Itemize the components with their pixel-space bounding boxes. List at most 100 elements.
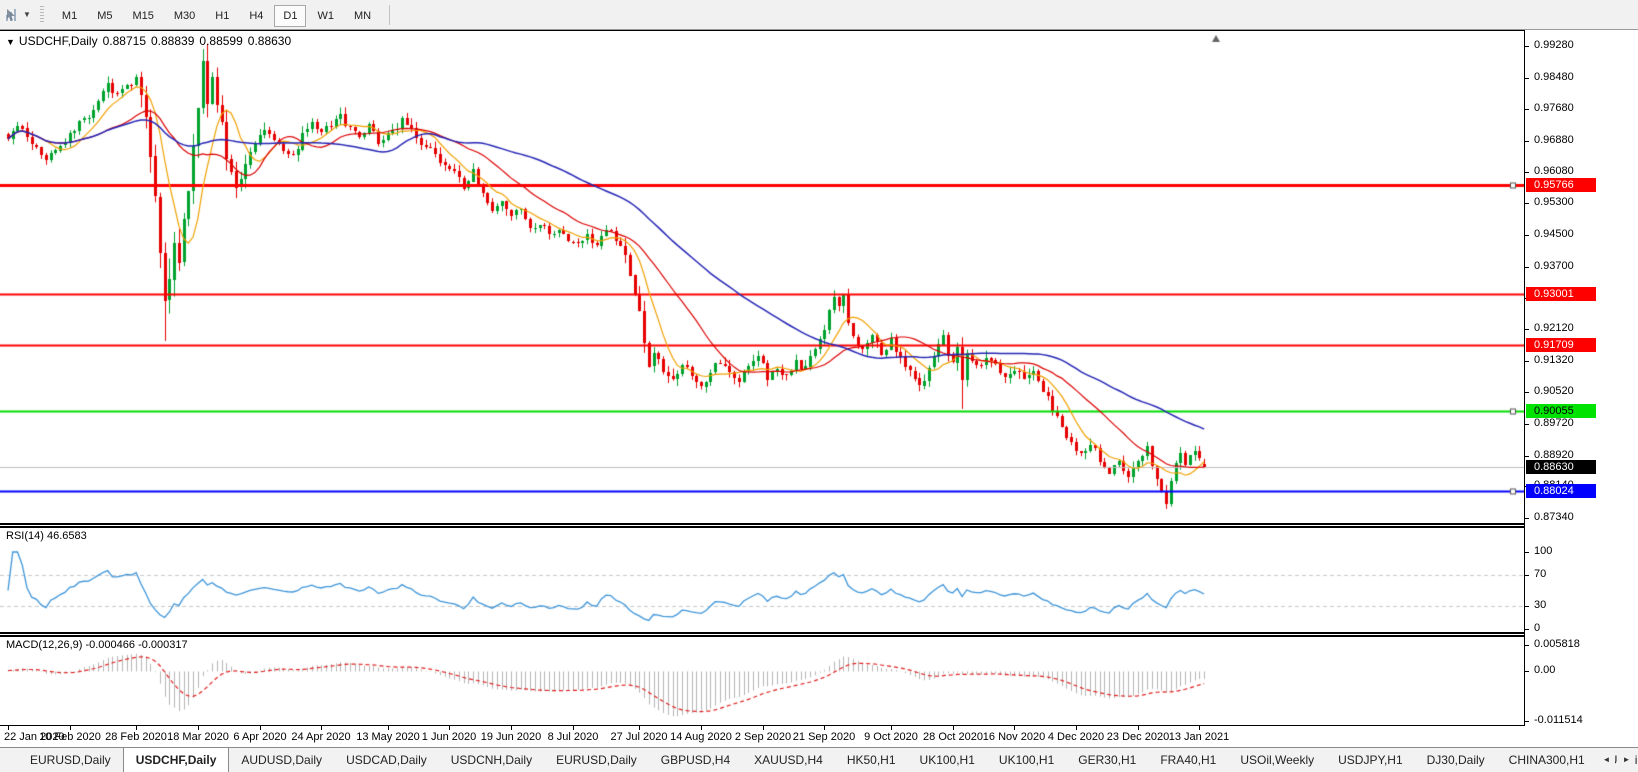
chart-tab-usoil-weekly[interactable]: USOil,Weekly — [1228, 748, 1326, 772]
axis-tick — [1525, 329, 1529, 330]
timeframe-button-w1[interactable]: W1 — [308, 5, 343, 27]
price-tick-label: 0.91320 — [1534, 354, 1574, 366]
price-tick-label: 0.89720 — [1534, 417, 1574, 429]
chart-tab-hk50-h1[interactable]: HK50,H1 — [835, 748, 908, 772]
axis-tick — [1525, 575, 1529, 576]
level-price-badge: 0.95766 — [1526, 178, 1596, 192]
rsi-pane: RSI(14) 46.6583 — [0, 528, 1524, 632]
date-label: 23 Dec 2020 — [1107, 731, 1169, 743]
ohlc-low: 0.88599 — [199, 34, 242, 48]
chart-tab-eurusd-daily[interactable]: EURUSD,Daily — [544, 748, 649, 772]
chart-tab-usdcnh-daily[interactable]: USDCNH,Daily — [439, 748, 544, 772]
timeframe-button-mn[interactable]: MN — [345, 5, 380, 27]
macd-chart-canvas[interactable] — [0, 637, 1524, 724]
timeframe-button-m30[interactable]: M30 — [165, 5, 204, 27]
axis-tick — [1525, 392, 1529, 393]
axis-tick — [1525, 172, 1529, 173]
date-label: 2 Sep 2020 — [735, 731, 791, 743]
date-tick — [891, 726, 892, 730]
date-tick — [70, 726, 71, 730]
rsi-label: RSI(14) 46.6583 — [6, 530, 87, 542]
axis-tick — [1525, 141, 1529, 142]
timeframe-button-d1[interactable]: D1 — [274, 5, 306, 27]
timeframe-button-m1[interactable]: M1 — [53, 5, 86, 27]
rsi-tick-label: 70 — [1534, 568, 1546, 580]
date-label: 21 Sep 2020 — [793, 731, 855, 743]
tab-scroll-right-icon[interactable]: ► — [1618, 750, 1635, 768]
timeframe-buttons: M1M5M15M30H1H4D1W1MN — [52, 6, 381, 24]
chart-tab-eurusd-daily[interactable]: EURUSD,Daily — [18, 748, 123, 772]
date-label: 8 Jul 2020 — [548, 731, 599, 743]
rsi-tick-label: 0 — [1534, 622, 1540, 634]
price-tick-label: 0.99280 — [1534, 39, 1574, 51]
rsi-tick-label: 100 — [1534, 545, 1552, 557]
timeframe-button-h1[interactable]: H1 — [206, 5, 238, 27]
axis-tick — [1525, 267, 1529, 268]
timeframe-button-m15[interactable]: M15 — [123, 5, 162, 27]
date-tick — [824, 726, 825, 730]
date-tick — [953, 726, 954, 730]
date-label: 6 Apr 2020 — [233, 731, 286, 743]
chart-tab-uk100-h1[interactable]: UK100,H1 — [908, 748, 987, 772]
price-tick-label: 0.88920 — [1534, 449, 1574, 461]
tab-scroll-left-icon[interactable]: ◄ — [1598, 750, 1615, 768]
date-tick — [1138, 726, 1139, 730]
macd-pane: MACD(12,26,9) -0.000466 -0.000317 — [0, 637, 1524, 726]
date-tick — [1199, 726, 1200, 730]
chart-tab-dj30-daily[interactable]: DJ30,Daily — [1415, 748, 1497, 772]
chart-tab-gbpusd-h4[interactable]: GBPUSD,H4 — [649, 748, 742, 772]
date-tick — [763, 726, 764, 730]
date-tick — [388, 726, 389, 730]
axis-tick — [1525, 721, 1529, 722]
macd-tick-label: 0.00 — [1534, 664, 1555, 676]
chart-tab-fra40-h1[interactable]: FRA40,H1 — [1148, 748, 1228, 772]
price-axis[interactable]: 0.992800.984800.976800.968800.960800.953… — [1524, 30, 1638, 726]
toolbar-grip[interactable] — [40, 6, 44, 24]
chart-tab-bar: EURUSD,DailyUSDCHF,DailyAUDUSD,DailyUSDC… — [0, 747, 1638, 772]
main-chart-pane: ▼USDCHF,Daily0.887150.888390.885990.8863… — [0, 31, 1524, 523]
price-tick-label: 0.93700 — [1534, 260, 1574, 272]
chart-tab-usdcad-daily[interactable]: USDCAD,Daily — [334, 748, 439, 772]
chart-tab-usdjpy-h1[interactable]: USDJPY,H1 — [1326, 748, 1414, 772]
chart-tab-audusd-daily[interactable]: AUDUSD,Daily — [229, 748, 334, 772]
date-label: 19 Jun 2020 — [481, 731, 542, 743]
axis-tick — [1525, 361, 1529, 362]
macd-label: MACD(12,26,9) -0.000466 -0.000317 — [6, 639, 188, 651]
chart-tab-ger30-h1[interactable]: GER30,H1 — [1066, 748, 1148, 772]
date-label: 28 Oct 2020 — [923, 731, 983, 743]
rsi-chart-canvas[interactable] — [0, 528, 1524, 632]
date-label: 14 Aug 2020 — [670, 731, 732, 743]
candlestick-chart-canvas[interactable] — [0, 31, 1524, 523]
price-tick-label: 0.95300 — [1534, 196, 1574, 208]
chart-tab-xauusd-h4[interactable]: XAUUSD,H4 — [742, 748, 835, 772]
timeframe-button-m5[interactable]: M5 — [88, 5, 121, 27]
toolbar-dropdown-icon[interactable]: ▼ — [23, 10, 31, 19]
macd-tick-label: 0.005818 — [1534, 638, 1580, 650]
date-tick — [198, 726, 199, 730]
timeframe-button-h4[interactable]: H4 — [240, 5, 272, 27]
date-tick — [701, 726, 702, 730]
chart-dropdown-icon[interactable]: ▼ — [6, 37, 15, 47]
date-tick — [1076, 726, 1077, 730]
date-axis[interactable]: 22 Jan 202010 Feb 202028 Feb 202018 Mar … — [0, 726, 1638, 747]
date-label: 27 Jul 2020 — [611, 731, 668, 743]
date-label: 24 Apr 2020 — [291, 731, 350, 743]
date-tick — [8, 726, 9, 730]
chart-symbol: USDCHF,Daily — [19, 34, 98, 48]
current-price-badge: 0.88630 — [1526, 460, 1596, 474]
date-label: 13 May 2020 — [356, 731, 420, 743]
level-price-badge: 0.93001 — [1526, 287, 1596, 301]
axis-tick — [1525, 46, 1529, 47]
chart-cursor-icon[interactable] — [4, 7, 20, 23]
chart-tab-china300-h1[interactable]: CHINA300,H1 — [1497, 748, 1597, 772]
axis-tick — [1525, 671, 1529, 672]
date-label: 16 Nov 2020 — [983, 731, 1045, 743]
date-label: 4 Dec 2020 — [1048, 731, 1104, 743]
axis-tick — [1525, 645, 1529, 646]
axis-tick — [1525, 203, 1529, 204]
chart-tab-uk100-h1[interactable]: UK100,H1 — [987, 748, 1066, 772]
chart-tab-usdchf-daily[interactable]: USDCHF,Daily — [123, 747, 230, 772]
price-tick-label: 0.94500 — [1534, 228, 1574, 240]
price-tick-label: 0.96080 — [1534, 165, 1574, 177]
price-tick-label: 0.98480 — [1534, 71, 1574, 83]
